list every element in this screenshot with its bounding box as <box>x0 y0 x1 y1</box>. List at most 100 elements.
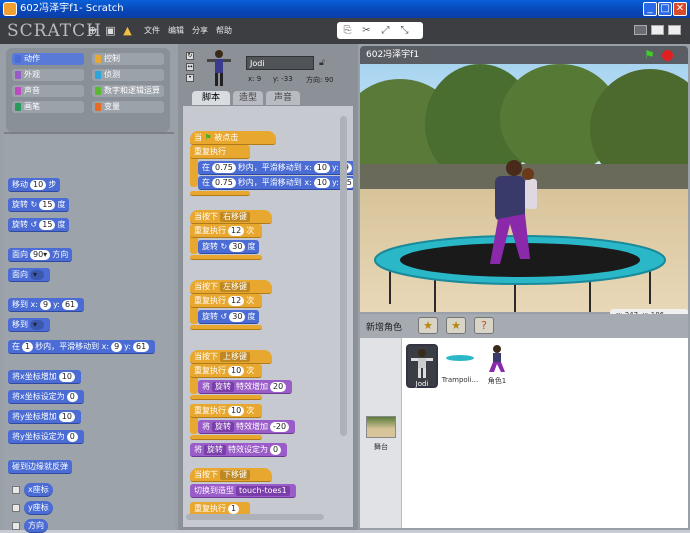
sprite-item-jodi[interactable]: Jodi <box>406 344 438 388</box>
sprite-y: y: -33 <box>273 75 293 83</box>
change-effect-block-2[interactable]: 将旋转 特效增加 -20 <box>198 420 296 434</box>
change-y-block[interactable]: 将y坐标增加 10 <box>8 410 81 424</box>
category-control[interactable]: 控制 <box>92 53 164 65</box>
set-effect-block[interactable]: 将旋转 特效设定为 0 <box>190 443 288 457</box>
minimize-button[interactable]: _ <box>643 2 657 16</box>
category-selector: 动作 控制 外观 侦测 声音 数字和逻辑运算 画笔 变量 <box>6 48 170 132</box>
menu-help[interactable]: 帮助 <box>216 25 232 36</box>
when-key-up-hat[interactable]: 当按下 上移键 <box>190 350 272 364</box>
repeat-block-up-1[interactable]: 重复执行 10 次 <box>190 364 262 378</box>
paint-new-sprite-icon[interactable]: ★ <box>418 317 438 334</box>
sprite-item-character1[interactable]: 角色1 <box>482 344 512 386</box>
turn-cw-script-block[interactable]: 旋转 ↻ 30 度 <box>198 240 260 254</box>
ypos-reporter[interactable]: y座标 <box>24 501 53 515</box>
direction-reporter[interactable]: 方向 <box>24 519 48 533</box>
save-icon[interactable]: ▣ <box>104 24 117 37</box>
close-button[interactable]: ✕ <box>673 2 687 16</box>
sprite-direction: 方向: 90 <box>306 76 334 84</box>
category-variables[interactable]: 变量 <box>92 101 164 113</box>
category-operators[interactable]: 数字和逻辑运算 <box>92 85 164 97</box>
point-direction-block[interactable]: 面向 90▾ 方向 <box>8 248 73 262</box>
set-y-block[interactable]: 将y坐标设定为 0 <box>8 430 84 444</box>
lock-icon[interactable]: 🔓︎ <box>319 58 325 68</box>
scripts-horizontal-scrollbar[interactable] <box>186 514 324 520</box>
stop-button[interactable] <box>662 50 673 61</box>
choose-sprite-file-icon[interactable]: ★ <box>446 317 466 334</box>
sprite-name-jodi: Jodi <box>415 380 429 388</box>
no-rotate-icon[interactable]: • <box>186 74 194 82</box>
menu-share[interactable]: 分享 <box>192 25 208 36</box>
green-flag-button[interactable]: ⚑ <box>644 46 655 64</box>
sprite-list: 舞台 Jodi Trampoli... 角色1 <box>360 338 688 528</box>
when-key-left-hat[interactable]: 当按下 左移键 <box>190 280 272 294</box>
menu-file[interactable]: 文件 <box>144 25 160 36</box>
repeat-block-right[interactable]: 重复执行 12 次 <box>190 224 262 238</box>
sprite-name-character1: 角色1 <box>487 377 507 385</box>
change-effect-block-1[interactable]: 将旋转 特效增加 20 <box>198 380 293 394</box>
when-key-right-hat[interactable]: 当按下 右移键 <box>190 210 272 224</box>
xpos-reporter[interactable]: x座标 <box>24 483 53 497</box>
normal-stage-icon[interactable] <box>651 25 664 35</box>
grow-tool-icon[interactable]: ⤢ <box>379 24 392 37</box>
repeat-block-left[interactable]: 重复执行 12 次 <box>190 294 262 308</box>
stage-label: 舞台 <box>374 443 388 451</box>
bounce-block[interactable]: 碰到边缘就反弹 <box>8 460 72 474</box>
tab-sounds[interactable]: 声音 <box>266 91 300 105</box>
when-flag-clicked-hat[interactable]: 当 ⚑ 被点击 <box>190 131 276 145</box>
goto-block[interactable]: 移到 ▾ <box>8 318 50 332</box>
new-sprite-label: 新增角色 <box>366 323 403 333</box>
category-sensing[interactable]: 侦测 <box>92 69 164 81</box>
sprite-item-trampoline[interactable]: Trampoli... <box>440 344 480 384</box>
window-titlebar: 602冯泽宇f1- Scratch _ □ ✕ <box>0 0 690 18</box>
small-stage-icon[interactable] <box>634 25 647 35</box>
menu-edit[interactable]: 编辑 <box>168 25 184 36</box>
trampoline-thumbnail <box>446 355 474 361</box>
globe-icon[interactable]: ⊕ <box>86 24 99 37</box>
presentation-mode-icon[interactable] <box>668 25 681 35</box>
move-block[interactable]: 移动 10 步 <box>8 178 61 192</box>
set-x-block[interactable]: 将x坐标设定为 0 <box>8 390 84 404</box>
delete-tool-icon[interactable]: ✂ <box>360 24 373 37</box>
maximize-button[interactable]: □ <box>658 2 672 16</box>
turn-ccw-block[interactable]: 旋转 ↺ 15 度 <box>8 218 70 232</box>
glide-script-block-2[interactable]: 在 0.75 秒内，平滑移动到 x: 10 y: -5 <box>198 176 353 190</box>
share-icon[interactable]: ▲ <box>121 24 134 37</box>
turn-cw-block[interactable]: 旋转 ↻ 15 度 <box>8 198 70 212</box>
tab-scripts[interactable]: 脚本 <box>192 91 230 105</box>
category-motion[interactable]: 动作 <box>12 53 84 65</box>
sprite-tools: ⎘ ✂ ⤢ ⤡ <box>337 22 423 39</box>
xpos-checkbox[interactable] <box>12 486 20 494</box>
green-flag-icon: ⚑ <box>204 133 212 142</box>
category-pen[interactable]: 画笔 <box>12 101 84 113</box>
when-key-down-hat[interactable]: 当按下 下移键 <box>190 468 272 482</box>
direction-checkbox[interactable] <box>12 522 20 530</box>
glide-script-block-1[interactable]: 在0.75秒内，平滑移动到 x:10y:9 <box>198 161 353 175</box>
surprise-sprite-icon[interactable]: ? <box>474 317 494 334</box>
stage-panel: 602冯泽宇f1 ⚑ 新增角色 ★ ★ ? 舞台 Jodi Trampoli..… <box>358 44 690 530</box>
point-towards-block[interactable]: 面向 ▾ <box>8 268 50 282</box>
stage-thumbnail[interactable] <box>366 416 396 438</box>
tab-costumes[interactable]: 造型 <box>233 91 263 105</box>
stage-backdrop <box>360 64 688 312</box>
switch-costume-block[interactable]: 切换到造型 touch-toes1 <box>190 484 296 498</box>
scratch-cat-icon <box>3 2 17 16</box>
glide-block[interactable]: 在 1 秒内，平滑移动到 x: 9 y: 61 <box>8 340 156 354</box>
goto-xy-block[interactable]: 移到 x: 9 y: 61 <box>8 298 85 312</box>
duplicate-tool-icon[interactable]: ⎘ <box>341 24 354 37</box>
flip-style-icon[interactable]: ↔ <box>186 63 194 71</box>
shrink-tool-icon[interactable]: ⤡ <box>398 24 411 37</box>
forever-block[interactable]: 重复执行 <box>190 145 250 159</box>
rotate-style-icon[interactable]: ↻ <box>186 52 194 60</box>
turn-ccw-script-block[interactable]: 旋转 ↺ 30 度 <box>198 310 260 324</box>
category-sound[interactable]: 声音 <box>12 85 84 97</box>
sprite-header: ↻ ↔ • Jodi 🔓︎ x: 9 y: -33 方向: 90 <box>178 44 358 90</box>
ypos-checkbox[interactable] <box>12 504 20 512</box>
scripts-area[interactable]: 当 ⚑ 被点击 重复执行 在0.75秒内，平滑移动到 x:10y:9 在0.75… <box>182 105 354 528</box>
repeat-block-up-2[interactable]: 重复执行 10 次 <box>190 404 262 418</box>
blocks-panel: 动作 控制 外观 侦测 声音 数字和逻辑运算 画笔 变量 移动 10 步 旋转 ↻ 1… <box>0 44 178 533</box>
sprite-name-field[interactable]: Jodi <box>246 56 314 70</box>
stage-canvas[interactable] <box>360 64 688 312</box>
change-x-block[interactable]: 将x坐标增加 10 <box>8 370 81 384</box>
scripts-vertical-scrollbar[interactable] <box>340 116 347 436</box>
category-looks[interactable]: 外观 <box>12 69 84 81</box>
